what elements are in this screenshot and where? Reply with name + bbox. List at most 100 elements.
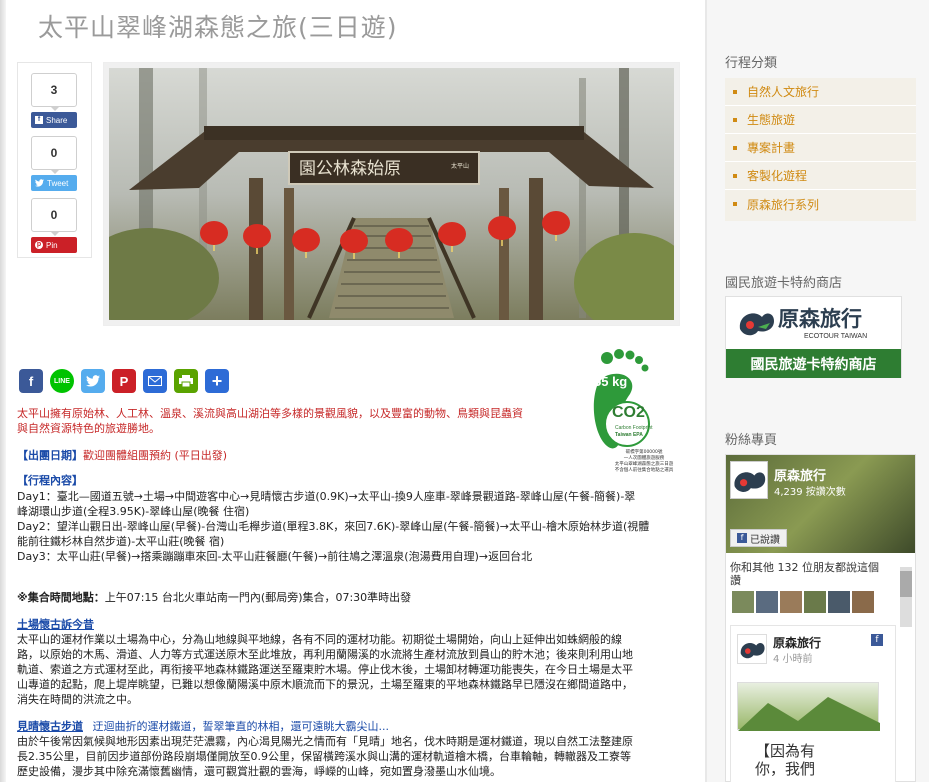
section2-p1: 由於午後常因氣候與地形因素出現茫茫濃霧，內心渴見陽光之情而有「見晴」地名，伐木時…: [17, 735, 633, 748]
main-content: 太平山翠峰湖森態之旅(三日遊) 3 f Share 0 Tweet 0 p Pi…: [0, 0, 705, 782]
email-icon[interactable]: [143, 369, 167, 393]
facebook-share-count: 3: [31, 73, 77, 111]
pinterest-share-button[interactable]: p Pin: [31, 237, 77, 253]
facebook-icon: f: [35, 116, 43, 124]
social-share-row: f LINE P +: [19, 369, 229, 393]
fb-post-name[interactable]: 原森旅行: [773, 634, 821, 651]
facebook-icon: f: [737, 533, 747, 543]
svg-text:太平山: 太平山: [451, 162, 469, 170]
day1-line-2: 峰湖環山步道(全程3.95K)-翠峰山屋(晚餐 住宿): [17, 505, 250, 518]
pinterest-share[interactable]: 0 p Pin: [31, 198, 78, 253]
card-brand: 原森旅行: [778, 307, 862, 331]
fb-page-name[interactable]: 原森旅行: [774, 465, 826, 484]
ecotour-logo-icon: [734, 472, 766, 492]
avatar[interactable]: [804, 591, 826, 613]
co2-label: CO2: [612, 404, 645, 421]
intro-text-2: 與自然資源特色的旅遊勝地。: [17, 422, 160, 435]
fb-liked-button[interactable]: f 已說讚: [730, 529, 787, 547]
facebook-share[interactable]: 3 f Share: [31, 73, 78, 128]
fb-cover: 原森旅行 4,239 按讚次數 f 已說讚: [726, 455, 915, 553]
carbon-footprint-badge: 55 kg CO2 Carbon Footprint Taiwan EPA 碳標…: [585, 346, 675, 481]
section1-title[interactable]: 土場懷古訴今昔: [17, 618, 94, 631]
twitter-icon[interactable]: [81, 369, 105, 393]
departure-label: 【出團日期】: [17, 449, 83, 462]
avatar[interactable]: [756, 591, 778, 613]
share-counter-box: 3 f Share 0 Tweet 0 p Pin: [17, 62, 92, 258]
travel-card-banner[interactable]: 原森旅行 ECOTOUR TAIWAN 國民旅遊卡特約商店: [725, 296, 902, 378]
fb-post: 原森旅行 4 小時前 f 【因為有 你，我們: [730, 625, 896, 782]
category-item[interactable]: 專案計畫: [725, 134, 916, 162]
twitter-share-count: 0: [31, 136, 77, 174]
avatar[interactable]: [852, 591, 874, 613]
section1-p2: 路，以原始的木馬、滑道、人力等方式運送原木至此堆放，再利用蘭陽溪的水流將生產材流…: [17, 648, 633, 661]
left-shadow: [0, 0, 6, 782]
fb-post-avatar[interactable]: [737, 634, 767, 664]
category-item[interactable]: 原森旅行系列: [725, 190, 916, 218]
gate-sign-text: 園公林森始原: [299, 159, 401, 179]
twitter-share-button[interactable]: Tweet: [31, 175, 77, 191]
section1-title-line: 土場懷古訴今昔: [17, 617, 689, 632]
hero-image-frame: 園公林森始原 太平山: [103, 62, 680, 326]
pinterest-icon[interactable]: P: [112, 369, 136, 393]
page-title: 太平山翠峰湖森態之旅(三日遊): [38, 13, 398, 42]
page: 太平山翠峰湖森態之旅(三日遊) 3 f Share 0 Tweet 0 p Pi…: [0, 0, 929, 782]
day2-line-2: 能前往鐵杉林自然步道)-太平山莊(晚餐 宿): [17, 535, 225, 548]
meeting-text: 上午07:15 台北火車站南一門內(郵局旁)集合，07:30準時出發: [104, 591, 412, 604]
intro-text: 太平山擁有原始林、人工林、溫泉、溪流與高山湖泊等多樣的景觀風貌，以及豐富的動物、…: [17, 407, 523, 420]
itinerary-label: 【行程內容】: [17, 474, 83, 487]
fb-page-avatar[interactable]: [730, 461, 768, 499]
facebook-icon[interactable]: f: [871, 634, 883, 646]
categories-title: 行程分類: [725, 56, 778, 71]
twitter-share-label: Tweet: [47, 178, 69, 188]
bullet-icon: [733, 117, 737, 122]
line-icon[interactable]: LINE: [50, 369, 74, 393]
fb-friends-text: 你和其他 132 位朋友都說這個讚: [730, 561, 879, 587]
section2-title-line: 見晴懷古步道 迂迴曲折的運材鐵道，誓翠筆直的林相，還可遠眺大霸尖山...: [17, 719, 689, 734]
avatar[interactable]: [732, 591, 754, 613]
section1-p3: 軌道、索道之方式運材至此，再衔接平地森林鐵路運送至羅東貯木場。停止伐木後，土場卸…: [17, 663, 633, 676]
categories-list: 自然人文旅行 生態旅遊 專案計畫 客製化遊程 原森旅行系列: [725, 78, 916, 221]
print-icon[interactable]: [174, 369, 198, 393]
fb-post-text: 【因為有 你，我們: [755, 742, 816, 778]
fb-scrollbar[interactable]: [900, 567, 912, 627]
fb-friend-avatars: [732, 591, 874, 613]
fb-post-image[interactable]: [737, 682, 880, 731]
avatar[interactable]: [828, 591, 850, 613]
twitter-share[interactable]: 0 Tweet: [31, 136, 78, 191]
forest-gate-illustration: 園公林森始原 太平山: [109, 68, 674, 320]
fb-scrollbar-thumb[interactable]: [900, 571, 912, 597]
ecotour-logo-icon: [739, 313, 774, 336]
card-brand-en: ECOTOUR TAIWAN: [804, 333, 868, 340]
pinterest-icon: p: [35, 241, 43, 249]
sidebar: 行程分類 自然人文旅行 生態旅遊 專案計畫 客製化遊程 原森旅行系列 國民旅遊卡…: [707, 0, 929, 782]
category-item[interactable]: 自然人文旅行: [725, 78, 916, 106]
fb-likes: 4,239 按讚次數: [774, 487, 846, 498]
category-item[interactable]: 客製化遊程: [725, 162, 916, 190]
facebook-share-button[interactable]: f Share: [31, 112, 77, 128]
facebook-share-label: Share: [46, 115, 68, 125]
day1-line: Day1：臺北—國道五號→土場→中間遊客中心→見晴懷古步道(0.9K)→太平山-…: [17, 490, 636, 503]
more-share-icon[interactable]: +: [205, 369, 229, 393]
pinterest-share-label: Pin: [46, 240, 58, 250]
section2-p3: 歷史設備，漫步其中除充滿懷舊幽情，還可觀賞壯觀的雲海，崢嶸的山峰，宛如置身潑墨山…: [17, 765, 501, 778]
fans-title: 粉絲專頁: [725, 433, 778, 448]
day2-line: Day2：望洋山觀日出-翠峰山屋(早餐)-台灣山毛櫸步道(單程3.8K，來回7.…: [17, 520, 650, 533]
ecotour-logo-icon: [740, 642, 765, 659]
category-item[interactable]: 生態旅遊: [725, 106, 916, 134]
meeting-label: ※集合時間地點：: [17, 591, 105, 604]
section2-p2: 長2.35公里，目前因步道部份路段崩塌僅開放至0.9公里，保留橫跨溪水與山溝的運…: [17, 750, 631, 763]
card-caption: 國民旅遊卡特約商店: [726, 349, 901, 378]
day3-line: Day3：太平山莊(早餐)→搭乘蹦蹦車來回-太平山莊餐廳(午餐)→前往鳩之澤溫泉…: [17, 550, 533, 563]
departure-line: 【出團日期】歡迎團體組團預約 (平日出發): [17, 448, 577, 463]
co2-sub1: Carbon Footprint: [615, 425, 653, 431]
hero-image: 園公林森始原 太平山: [109, 68, 674, 320]
facebook-icon[interactable]: f: [19, 369, 43, 393]
co2-sub2: Taiwan EPA: [615, 432, 643, 438]
bullet-icon: [733, 145, 737, 150]
section1-p5: 消失在時間的洪流之中。: [17, 693, 138, 706]
section2-lead: 迂迴曲折的運材鐵道，誓翠筆直的林相，還可遠眺大霸尖山...: [92, 720, 390, 733]
section2-title[interactable]: 見晴懷古步道: [17, 720, 83, 733]
pinterest-share-count: 0: [31, 198, 77, 236]
avatar[interactable]: [780, 591, 802, 613]
facebook-page-widget: 原森旅行 4,239 按讚次數 f 已說讚 你和其他 132 位朋友都說這個讚: [725, 454, 916, 782]
